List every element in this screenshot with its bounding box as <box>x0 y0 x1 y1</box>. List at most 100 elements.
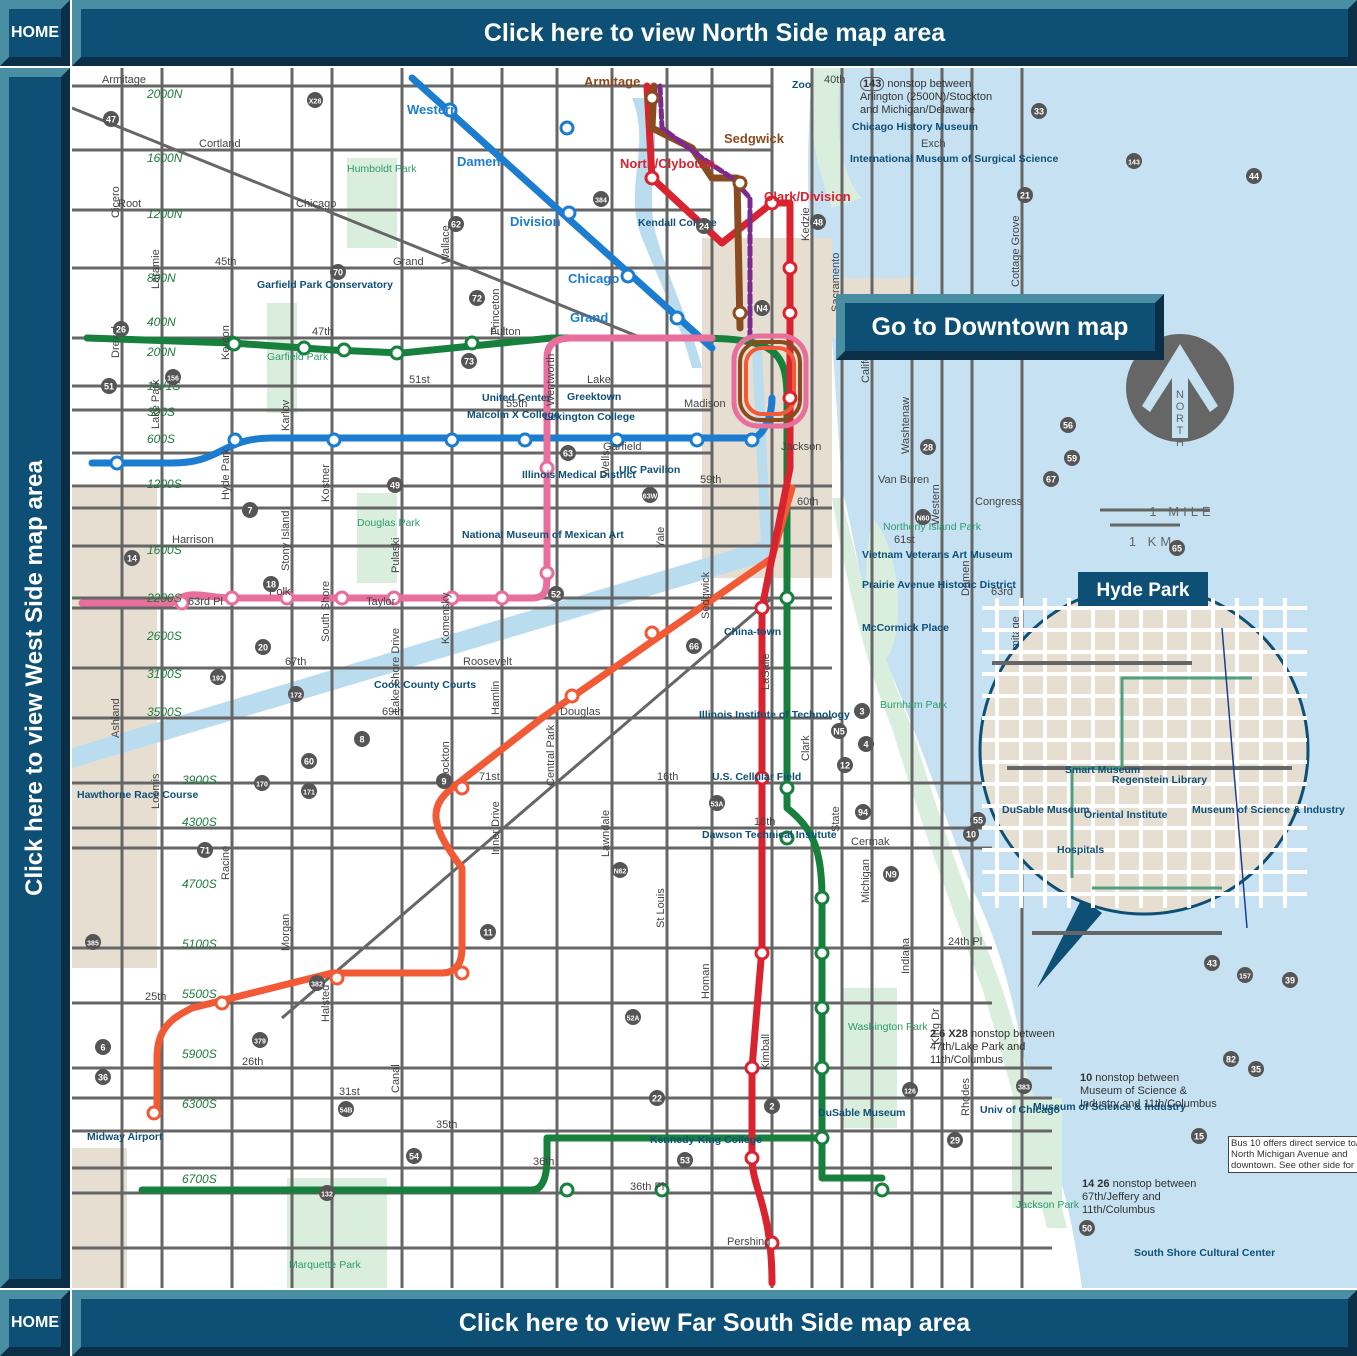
street-label: Pershing <box>727 1236 770 1248</box>
street-label: 60th <box>797 496 818 508</box>
street-label: Cermak <box>851 836 890 848</box>
place-label: Dawson Technical Institute <box>702 829 837 841</box>
bus-route-379: 379 <box>252 1032 268 1048</box>
bus-route-number: 12 <box>840 761 850 771</box>
street-label: Laramie <box>150 249 162 289</box>
bus-route-54B: 54B <box>338 1101 354 1117</box>
bus-route-number: 35 <box>1251 1065 1261 1075</box>
place-label: Greektown <box>567 391 621 403</box>
bus-route-number: 156 <box>167 376 179 383</box>
bus-route-71: 71 <box>197 842 213 858</box>
bus-route-72: 72 <box>469 290 485 306</box>
bus-route-number: 126 <box>904 1089 916 1096</box>
bus-route-number: N5 <box>833 727 845 737</box>
bus-route-49: 49 <box>387 477 403 493</box>
place-label: McCormick Place <box>862 622 949 634</box>
bus-route-63W: 63W <box>642 487 658 503</box>
bus-route-12: 12 <box>837 757 853 773</box>
bus-route-number: 63 <box>563 449 573 459</box>
downtown-map-link[interactable]: Go to Downtown map <box>836 294 1164 360</box>
bus-route-number: 70 <box>333 268 343 278</box>
bus-route-28: 28 <box>920 439 936 455</box>
bus-route-number: N62 <box>614 869 627 876</box>
station-red <box>644 170 660 186</box>
grid-label: 1200S <box>147 477 182 491</box>
station-blue <box>620 268 636 284</box>
station-pink <box>494 590 510 606</box>
bus-route-number: 29 <box>950 1136 960 1146</box>
street-label: Kenton <box>220 325 232 360</box>
station-label: Clark/Division <box>764 189 851 204</box>
bus-route-9: 9 <box>436 773 452 789</box>
far-south-side-map-link[interactable]: Click here to view Far South Side map ar… <box>72 1290 1357 1356</box>
hp-place: Regenstein Library <box>1112 774 1207 786</box>
station-pink <box>224 590 240 606</box>
bus-route-66: 66 <box>686 638 702 654</box>
bus-route-number: 67 <box>1046 475 1056 485</box>
grid-label: 5900S <box>182 1047 217 1061</box>
grid-label: 200N <box>146 345 176 359</box>
station-green <box>814 1000 830 1016</box>
bus-route-N60: N60 <box>915 509 931 525</box>
place-label: DuSable Museum <box>818 1107 906 1119</box>
bus-route-53A: 53A <box>709 795 725 811</box>
bus-route-number: 73 <box>464 357 474 367</box>
compass-letter: O <box>1176 401 1185 413</box>
station-red <box>782 390 798 406</box>
bus-route-4: 4 <box>858 736 874 752</box>
bus-route-82: 82 <box>1223 1051 1239 1067</box>
west-side-map-link[interactable]: Click here to view West Side map area <box>0 68 70 1288</box>
bus-route-385: 385 <box>85 934 101 950</box>
street-label: Rhodes <box>960 1078 972 1116</box>
bus-route-11: 11 <box>480 924 496 940</box>
home-button-bottom[interactable]: HOME <box>0 1290 70 1356</box>
station-blue <box>559 120 575 136</box>
park-label: Garfield Park <box>267 351 329 363</box>
place-label: Zoo <box>792 79 811 91</box>
station-green <box>874 1182 890 1198</box>
station-red <box>754 600 770 616</box>
bus-route-number: 9 <box>441 777 446 787</box>
bus-route-number: 63W <box>643 494 658 501</box>
park-label: Jackson Park <box>1016 1199 1080 1211</box>
bus-route-62: 62 <box>448 216 464 232</box>
north-side-map-link[interactable]: Click here to view North Side map area <box>72 0 1357 66</box>
bus-route-number: 44 <box>1249 172 1259 182</box>
station-label: Armitage <box>584 74 640 89</box>
bus-route-number: 172 <box>290 693 302 700</box>
compass-letter: T <box>1177 425 1184 437</box>
bus-route-20: 20 <box>255 639 271 655</box>
compass-letter: N <box>1176 389 1184 401</box>
place-label: China-town <box>724 626 781 638</box>
street-label: Wells <box>600 450 612 477</box>
bus-route-172: 172 <box>288 686 304 702</box>
street-label: Armitage <box>102 74 146 86</box>
bus-route-67: 67 <box>1043 471 1059 487</box>
street-label: 59th <box>700 474 721 486</box>
street-label: Homan <box>700 964 712 999</box>
bus-route-170: 170 <box>254 775 270 791</box>
station-brown <box>732 175 748 191</box>
bus-route-383: 383 <box>1016 1078 1032 1094</box>
street-label: 40th <box>824 74 845 86</box>
bus-route-60: 60 <box>301 753 317 769</box>
bus-route-94: 94 <box>855 804 871 820</box>
note-143: 143 nonstop between Arlington (2500N)/St… <box>860 77 993 116</box>
transit-map[interactable]: 2000N 1600N 1200N 800N 400N 200N 1N/1S 300S 600S… <box>72 68 1357 1288</box>
station-orange <box>214 995 230 1011</box>
street-label: Taylor <box>366 596 396 608</box>
grid-label: 3900S <box>182 773 217 787</box>
street-label: Canal <box>390 1064 402 1093</box>
bus-route-number: N9 <box>885 870 897 880</box>
station-green <box>464 335 480 351</box>
home-button-top[interactable]: HOME <box>0 0 70 66</box>
bus-route-35: 35 <box>1248 1061 1264 1077</box>
station-brown <box>732 305 748 321</box>
bus-route-number: 50 <box>1082 1224 1092 1234</box>
street-label: 67th <box>285 656 306 668</box>
street-label: Jackson <box>781 441 821 453</box>
place-label: Chicago History Museum <box>852 121 978 133</box>
street-label: Van Buren <box>878 474 929 486</box>
bus-route-number: 48 <box>813 218 823 228</box>
station-green <box>814 890 830 906</box>
